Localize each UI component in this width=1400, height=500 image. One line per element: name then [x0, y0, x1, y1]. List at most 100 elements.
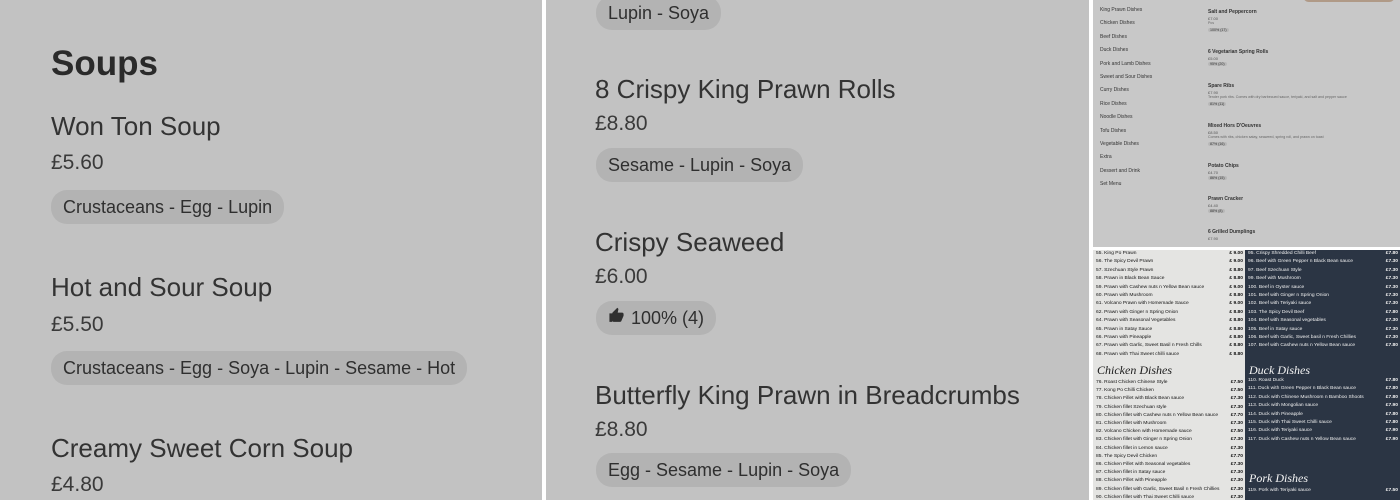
paper-menu-row: 107. Beef with Cashew nuts n Yellow Bean… [1248, 343, 1398, 348]
paper-menu-row: 59. Prawn with Cashew nuts n Yellow Bean… [1096, 285, 1243, 290]
dish-price: £7.30 [1385, 284, 1398, 290]
dish-price: £7.30 [1230, 445, 1243, 451]
dish-name: 55. King Po Prawn [1096, 251, 1137, 256]
paper-menu-row: 56. The Spicy Devil Prawn £ 9.00 [1096, 259, 1243, 264]
dish-price: £ 9.00 [1229, 259, 1243, 265]
dish-name: 87. Chicken fillet in Satay sauce [1096, 470, 1166, 476]
category-link[interactable]: Curry Dishes [1100, 87, 1129, 93]
dish-price: £7.30 [1385, 335, 1398, 340]
small-item-name[interactable]: Potato Chips [1208, 163, 1239, 169]
paper-menu-row: 83. Chicken fillet with Ginger n Spring … [1096, 437, 1243, 442]
paper-menu-row: 78. Chicken Fillet with Black Bean sauce… [1096, 396, 1243, 401]
dish-name: 77. Kong Po Chilli Chicken [1096, 388, 1154, 394]
menu-item-name[interactable]: Butterfly King Prawn in Breadcrumbs [595, 380, 1020, 411]
dish-price: £7.50 [1230, 380, 1243, 385]
dish-name: 90. Chicken fillet with Thai Sweet Chill… [1096, 494, 1195, 500]
small-item-name[interactable]: Prawn Cracker [1208, 196, 1243, 202]
small-item-name[interactable]: Salt and Peppercorn [1208, 9, 1257, 15]
paper-menu-section-title: Pork Dishes [1249, 471, 1308, 485]
category-link[interactable]: King Prawn Dishes [1100, 7, 1142, 13]
small-item-name[interactable]: Mixed Hors D'Oeuvres [1208, 123, 1261, 129]
paper-menu-row: 62. Prawn with Ginger n Spring Onion £ 8.… [1096, 310, 1243, 315]
category-link[interactable]: Dessert and Drink [1100, 168, 1140, 174]
category-link[interactable]: Pork and Lamb Dishes [1100, 61, 1151, 67]
paper-menu-row: 67. Prawn with Garlic, Sweet Basil n Fre… [1096, 343, 1243, 348]
paper-menu-row: 55. King Po Prawn £ 9.00 [1096, 251, 1243, 256]
dish-price: £7.80 [1385, 386, 1398, 392]
paper-menu-row: 101. Beef with Ginger n Spring Onion £7.3… [1248, 293, 1398, 298]
dish-name: 67. Prawn with Garlic, Sweet Basil n Fre… [1096, 343, 1202, 349]
paper-menu-row: 66. Prawn with Pineapple £ 8.80 [1096, 335, 1243, 340]
dish-price: £ 8.80 [1229, 276, 1243, 282]
category-link[interactable]: Set Menu [1100, 181, 1121, 187]
dish-price: £7.30 [1385, 293, 1398, 298]
paper-menu-row: 96. Beef with Green Pepper n Black Bean … [1248, 259, 1398, 264]
menu-item-name[interactable]: Creamy Sweet Corn Soup [51, 433, 353, 464]
paper-menu-row: 82. Volcano Chicken with Homemade sauce £… [1096, 429, 1243, 434]
paper-menu-row: 89. Chicken fillet with Garlic, Sweet Ba… [1096, 487, 1243, 492]
paper-menu-row: 60. Prawn with Mushroom £ 8.80 [1096, 293, 1243, 298]
small-item-name[interactable]: 6 Vegetarian Spring Rolls [1208, 49, 1268, 55]
paper-menu-row: 81. Chicken fillet with Mushroom £7.30 [1096, 421, 1243, 426]
allergen-tag: Crustaceans - Egg - Soya - Lupin - Sesam… [51, 351, 468, 385]
category-link[interactable]: Tofu Dishes [1100, 128, 1126, 134]
dish-price: £7.80 [1385, 251, 1398, 256]
paper-menu-left-column: 55. King Po Prawn £ 9.00 56. The Spicy Dev… [1093, 250, 1245, 500]
category-link[interactable]: Sweet and Sour Dishes [1100, 74, 1152, 80]
category-link[interactable]: Rice Dishes [1100, 101, 1127, 107]
paper-menu-row: 114. Duck with Pineapple £7.80 [1248, 412, 1398, 417]
dish-price: £7.30 [1385, 318, 1398, 324]
dish-name: 105. Beef in Satay sauce [1248, 326, 1303, 332]
dish-name: 66. Prawn with Pineapple [1096, 335, 1152, 340]
category-link[interactable]: Noodle Dishes [1100, 114, 1133, 120]
menu-item-name[interactable]: Crispy Seaweed [595, 227, 784, 258]
dish-name: 65. Prawn in Satay Sauce [1096, 326, 1153, 332]
menu-item-name[interactable]: Hot and Sour Soup [51, 272, 272, 303]
dish-name: 82. Volcano Chicken with Homemade sauce [1096, 429, 1192, 435]
paper-menu-row: 97. Beef Szechuan Style £7.30 [1248, 268, 1398, 273]
dish-name: 104. Beef with Seasonal vegetables [1248, 318, 1326, 324]
menu-item-price: £5.60 [51, 151, 104, 174]
paper-menu-row: 95. Crispy Shredded Chilli Beef £7.80 [1248, 251, 1398, 256]
dish-name: 57. Szechuan Style Prawn [1096, 267, 1154, 273]
paper-menu-row: 102. Beef with Teriyaki sauce £7.30 [1248, 301, 1398, 306]
paper-menu-row: 57. Szechuan Style Prawn £ 8.80 [1096, 268, 1243, 273]
dish-price: £ 8.80 [1229, 351, 1243, 357]
paper-menu-row: 77. Kong Po Chilli Chicken £7.50 [1096, 388, 1243, 393]
dish-name: 119. Pork with Teriyaki sauce [1248, 488, 1311, 493]
dish-price: £7.90 [1385, 436, 1398, 442]
paper-menu-row: 85. The Spicy Devil Chicken £7.70 [1096, 454, 1243, 459]
paper-menu-row: 99. Beef with Mushroom £7.30 [1248, 276, 1398, 281]
category-link[interactable]: Duck Dishes [1100, 47, 1128, 53]
paper-menu-row: 100. Beef in Oyster sauce £7.30 [1248, 285, 1398, 290]
category-link[interactable]: Beef Dishes [1100, 34, 1127, 40]
small-item-name[interactable]: 6 Grilled Dumplings [1208, 229, 1255, 235]
paper-menu-row: 111. Duck with Green Pepper n Black Bean… [1248, 386, 1398, 391]
allergen-tag: Crustaceans - Egg - Lupin [51, 190, 285, 224]
menu-item-price: £4.80 [51, 473, 104, 496]
dish-price: £7.30 [1230, 421, 1243, 426]
food-image [1303, 0, 1395, 2]
dish-price: £7.80 [1385, 378, 1398, 383]
dish-price: £7.30 [1230, 494, 1243, 500]
paper-menu-row: 87. Chicken fillet in Satay sauce £7.30 [1096, 470, 1243, 475]
paper-menu-row: 61. Volcano Prawn with Homemade Sauce £ 9… [1096, 301, 1243, 306]
category-link[interactable]: Vegetable Dishes [1100, 141, 1139, 147]
category-link[interactable]: Extra [1100, 154, 1112, 160]
dish-price: £7.30 [1230, 437, 1243, 443]
dish-name: 81. Chicken fillet with Mushroom [1096, 421, 1167, 426]
allergen-tag: Lupin - Soya [596, 0, 722, 30]
dish-name: 95. Crispy Shredded Chilli Beef [1248, 251, 1316, 256]
dish-name: 100. Beef in Oyster sauce [1248, 284, 1305, 290]
dish-price: £7.30 [1230, 404, 1243, 410]
small-item-name[interactable]: Spare Ribs [1208, 83, 1234, 89]
menu-item-price: £5.50 [51, 313, 104, 336]
rating-tag: 100% (4) [596, 301, 717, 335]
menu-item-name[interactable]: 8 Crispy King Prawn Rolls [595, 74, 896, 105]
dish-name: 79. Chicken fillet Szechuan style [1096, 404, 1167, 410]
menu-item-name[interactable]: Won Ton Soup [51, 111, 221, 142]
dish-price: £7.30 [1385, 326, 1398, 332]
category-link[interactable]: Chicken Dishes [1100, 20, 1135, 26]
dish-name: 112. Duck with Chinese Mushroom n Bamboo… [1248, 394, 1364, 400]
dish-price: £7.80 [1385, 343, 1398, 349]
